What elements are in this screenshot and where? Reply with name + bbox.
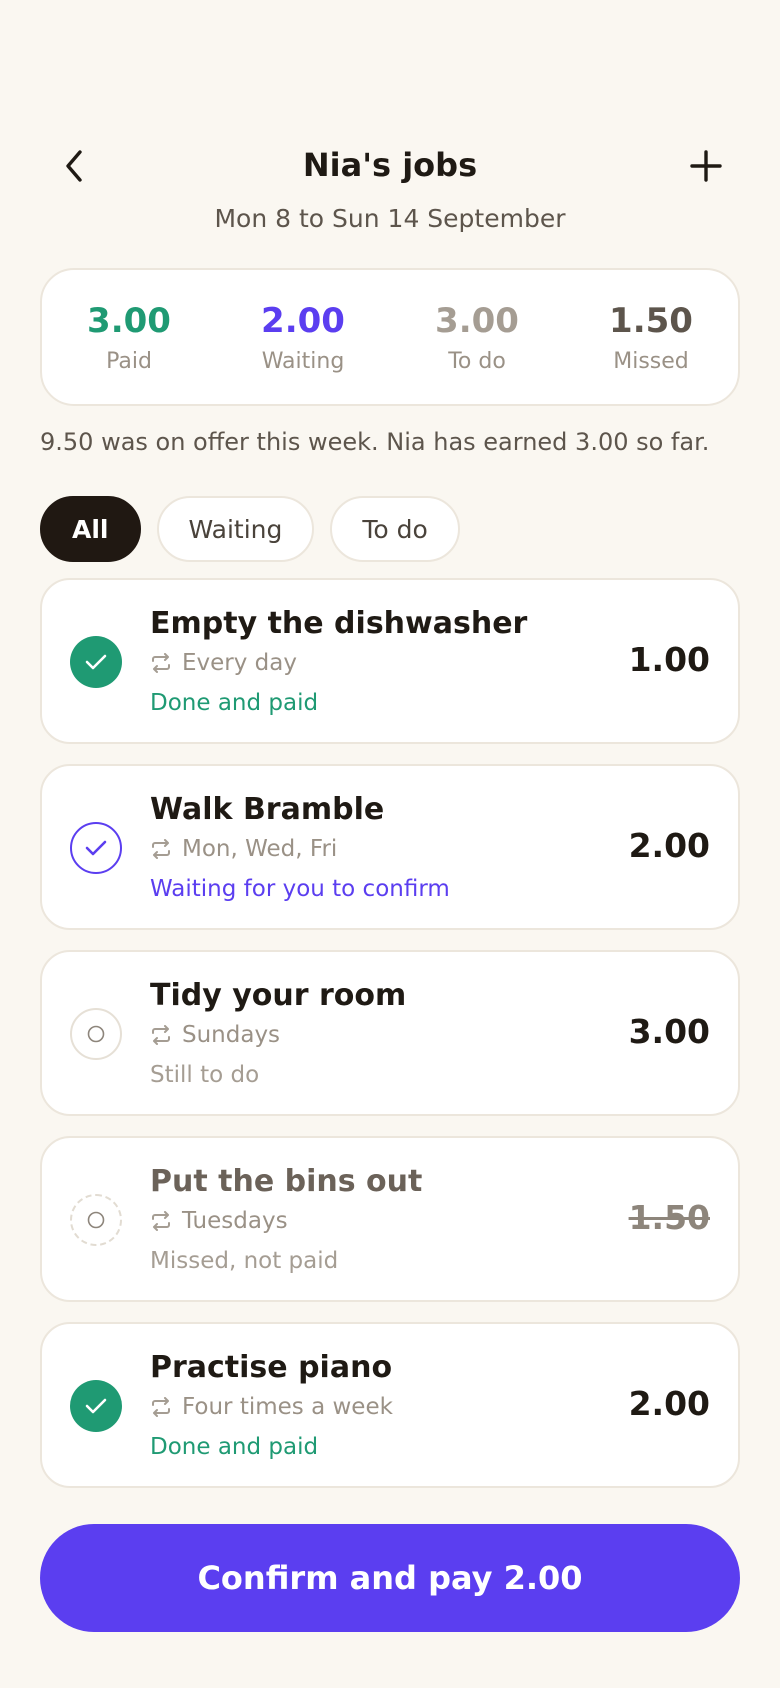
stat-paid: 3.00 Paid <box>42 301 216 374</box>
header: Nia's jobs <box>0 136 780 196</box>
job-card[interactable]: Tidy your room Sundays Still to do 3.00 <box>40 950 740 1116</box>
job-frequency: Tuesdays <box>150 1208 288 1234</box>
status-indicator[interactable] <box>70 1380 122 1432</box>
stat-paid-value: 3.00 <box>87 300 171 341</box>
job-name: Practise piano <box>150 1350 393 1385</box>
stat-waiting-value: 2.00 <box>261 300 345 341</box>
stat-missed-value: 1.50 <box>609 300 693 341</box>
stat-waiting: 2.00 Waiting <box>216 301 390 374</box>
status-indicator[interactable] <box>70 1008 122 1060</box>
status-indicator[interactable] <box>70 636 122 688</box>
confirm-pay-button[interactable]: Confirm and pay 2.00 <box>40 1524 740 1632</box>
earnings-note: 9.50 was on offer this week. Nia has ear… <box>40 428 710 456</box>
job-name: Put the bins out <box>150 1164 423 1199</box>
job-frequency-text: Mon, Wed, Fri <box>182 836 338 862</box>
summary-card: 3.00 Paid 2.00 Waiting 3.00 To do 1.50 M… <box>40 268 740 406</box>
job-amount: 2.00 <box>628 826 710 865</box>
add-job-button[interactable] <box>684 144 728 188</box>
repeat-icon <box>150 653 172 673</box>
date-range: Mon 8 to Sun 14 September <box>214 204 566 233</box>
job-name: Walk Bramble <box>150 792 385 827</box>
job-name: Empty the dishwasher <box>150 606 528 641</box>
job-amount: 1.50 <box>628 1198 710 1237</box>
plus-icon <box>690 150 722 182</box>
job-status: Done and paid <box>150 1434 319 1460</box>
job-frequency: Four times a week <box>150 1394 393 1420</box>
filter-waiting[interactable]: Waiting <box>156 496 315 562</box>
check-icon <box>85 654 107 670</box>
job-status: Still to do <box>150 1062 260 1088</box>
job-frequency-text: Sundays <box>182 1022 281 1048</box>
stat-todo-value: 3.00 <box>435 300 519 341</box>
check-icon <box>85 840 107 856</box>
check-icon <box>85 1398 107 1414</box>
stat-missed: 1.50 Missed <box>564 301 738 374</box>
empty-circle-icon <box>87 1025 105 1043</box>
filter-todo[interactable]: To do <box>330 496 460 562</box>
job-amount: 2.00 <box>628 1384 710 1423</box>
job-card[interactable]: Practise piano Four times a week Done an… <box>40 1322 740 1488</box>
job-frequency-text: Four times a week <box>182 1394 393 1420</box>
job-status: Missed, not paid <box>150 1248 339 1274</box>
job-card[interactable]: Empty the dishwasher Every day Done and … <box>40 578 740 744</box>
repeat-icon <box>150 1397 172 1417</box>
stat-missed-label: Missed <box>613 348 689 374</box>
job-frequency: Mon, Wed, Fri <box>150 836 337 862</box>
repeat-icon <box>150 839 172 859</box>
empty-circle-icon <box>87 1211 105 1229</box>
stat-paid-label: Paid <box>106 348 152 374</box>
status-indicator[interactable] <box>70 822 122 874</box>
job-card[interactable]: Put the bins out Tuesdays Missed, not pa… <box>40 1136 740 1302</box>
repeat-icon <box>150 1025 172 1045</box>
filter-all[interactable]: All <box>40 496 141 562</box>
stat-todo: 3.00 To do <box>390 301 564 374</box>
job-status: Waiting for you to confirm <box>150 876 450 902</box>
job-amount: 3.00 <box>628 1012 710 1051</box>
job-frequency: Every day <box>150 650 297 676</box>
job-name: Tidy your room <box>150 978 407 1013</box>
job-frequency-text: Tuesdays <box>182 1208 288 1234</box>
filter-chips: All Waiting To do <box>40 496 460 562</box>
stat-waiting-label: Waiting <box>261 348 345 374</box>
status-indicator[interactable] <box>70 1194 122 1246</box>
job-status: Done and paid <box>150 690 319 716</box>
repeat-icon <box>150 1211 172 1231</box>
job-amount: 1.00 <box>628 640 710 679</box>
stat-todo-label: To do <box>448 348 506 374</box>
job-frequency: Sundays <box>150 1022 280 1048</box>
page-title: Nia's jobs <box>302 146 478 184</box>
job-card[interactable]: Walk Bramble Mon, Wed, Fri Waiting for y… <box>40 764 740 930</box>
job-frequency-text: Every day <box>182 650 297 676</box>
